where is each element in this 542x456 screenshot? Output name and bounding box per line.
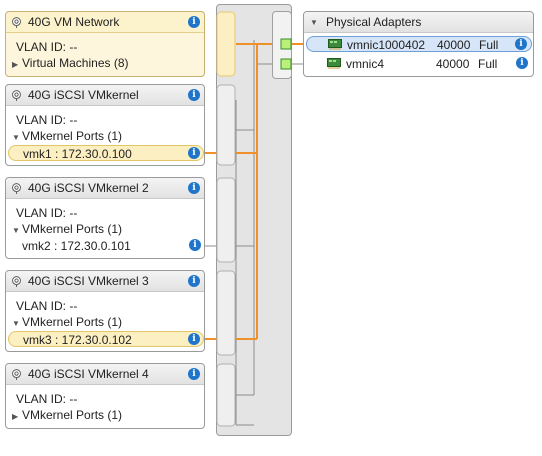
nic-speed: 40000 [437, 38, 471, 52]
network-icon [12, 16, 21, 28]
section-label: VMkernel Ports (1) [22, 129, 123, 143]
nic-speed: 40000 [436, 57, 470, 71]
portgroup-header: 40G iSCSI VMkernel 4 i [6, 364, 204, 385]
info-icon[interactable]: i [188, 275, 200, 287]
port-label: vmk2 : 172.30.0.101 [22, 239, 131, 253]
info-icon[interactable]: i [516, 57, 528, 69]
nic-name: vmnic1000402 [347, 38, 426, 52]
vmkernel-port-vmk3[interactable]: vmk3 : 172.30.0.102 i [8, 331, 204, 347]
vlan-label: VLAN ID: -- [16, 40, 78, 54]
info-icon[interactable]: i [188, 16, 200, 28]
info-icon[interactable]: i [515, 38, 527, 50]
vlan-label: VLAN ID: -- [16, 113, 78, 127]
collapse-triangle-icon[interactable]: ▼ [12, 319, 22, 328]
expand-triangle-icon[interactable]: ▶ [12, 60, 22, 69]
physical-adapters-panel: ▼ Physical Adapters vmnic1000402 40000 F… [303, 11, 534, 77]
nic-row[interactable]: vmnic4 40000 Full i [306, 56, 532, 72]
portgroup-header: 40G iSCSI VMkernel 3 i [6, 271, 204, 292]
nic-name: vmnic4 [346, 57, 385, 71]
network-icon [12, 368, 21, 380]
port-label: vmk3 : 172.30.0.102 [23, 333, 132, 347]
vm-section[interactable]: ▶ Virtual Machines (8) [12, 56, 129, 70]
portgroup-title: 40G iSCSI VMkernel [28, 88, 139, 102]
network-icon [12, 182, 21, 194]
portgroup-header: 40G iSCSI VMkernel i [6, 85, 204, 106]
portgroup-title: 40G VM Network [28, 15, 120, 29]
portgroup-iscsi-vmkernel-3[interactable]: 40G iSCSI VMkernel 3 i VLAN ID: -- ▼ VMke… [5, 270, 205, 352]
network-icon [12, 89, 21, 101]
vmkernel-section[interactable]: ▼ VMkernel Ports (1) [12, 129, 122, 143]
section-label: VMkernel Ports (1) [22, 408, 123, 422]
network-icon [12, 275, 21, 287]
vmkernel-port-vmk1[interactable]: vmk1 : 172.30.0.100 i [8, 145, 204, 161]
portgroup-title: 40G iSCSI VMkernel 4 [28, 367, 149, 381]
portgroup-iscsi-vmkernel[interactable]: 40G iSCSI VMkernel i VLAN ID: -- ▼ VMkern… [5, 84, 205, 166]
vmkernel-pad [216, 84, 236, 166]
vlan-label: VLAN ID: -- [16, 299, 78, 313]
expand-triangle-icon[interactable]: ▶ [12, 412, 22, 421]
portgroup-header: 40G iSCSI VMkernel 2 i [6, 178, 204, 199]
info-icon[interactable]: i [188, 182, 200, 194]
nic-duplex: Full [479, 38, 499, 52]
portgroup-iscsi-vmkernel-2[interactable]: 40G iSCSI VMkernel 2 i VLAN ID: -- ▼ VMke… [5, 177, 205, 259]
vmkernel3-pad [216, 270, 236, 356]
section-label: VMkernel Ports (1) [22, 222, 123, 236]
info-icon[interactable]: i [188, 368, 200, 380]
portgroup-title: 40G iSCSI VMkernel 3 [28, 274, 149, 288]
section-label: Virtual Machines (8) [22, 56, 129, 70]
collapse-triangle-icon[interactable]: ▼ [12, 226, 22, 235]
info-icon[interactable]: i [189, 239, 201, 251]
vmkernel4-pad [216, 363, 236, 427]
uplink-connector-2 [280, 58, 292, 70]
vlan-label: VLAN ID: -- [16, 392, 78, 406]
portgroup-vm-network[interactable]: 40G VM Network i VLAN ID: -- ▶ Virtual Ma… [5, 11, 205, 77]
port-label: vmk1 : 172.30.0.100 [23, 147, 132, 161]
gray-backbone-lines [235, 40, 303, 426]
nic-icon [328, 39, 342, 50]
uplink-connector-1 [280, 38, 292, 50]
info-icon[interactable]: i [188, 147, 200, 159]
physical-adapters-header[interactable]: ▼ Physical Adapters [304, 12, 533, 33]
section-label: VMkernel Ports (1) [22, 315, 123, 329]
vm-network-pad [216, 11, 236, 77]
collapse-triangle-icon[interactable]: ▼ [12, 133, 22, 142]
portgroup-iscsi-vmkernel-4[interactable]: 40G iSCSI VMkernel 4 i VLAN ID: -- ▶ VMke… [5, 363, 205, 429]
vmkernel2-pad [216, 177, 236, 263]
portgroup-title: 40G iSCSI VMkernel 2 [28, 181, 149, 195]
vlan-label: VLAN ID: -- [16, 206, 78, 220]
nic-row[interactable]: vmnic1000402 40000 Full i [306, 36, 532, 52]
vmkernel-port-vmk2[interactable]: vmk2 : 172.30.0.101 i [8, 238, 204, 254]
info-icon[interactable]: i [188, 89, 200, 101]
portgroup-header: 40G VM Network i [6, 12, 204, 33]
vmkernel-section[interactable]: ▶ VMkernel Ports (1) [12, 408, 122, 422]
info-icon[interactable]: i [188, 333, 200, 345]
physical-adapters-title: Physical Adapters [326, 15, 422, 29]
collapse-triangle-icon[interactable]: ▼ [310, 18, 320, 27]
nic-duplex: Full [478, 57, 498, 71]
nic-icon [327, 58, 341, 69]
vmkernel-section[interactable]: ▼ VMkernel Ports (1) [12, 222, 122, 236]
vmkernel-section[interactable]: ▼ VMkernel Ports (1) [12, 315, 122, 329]
